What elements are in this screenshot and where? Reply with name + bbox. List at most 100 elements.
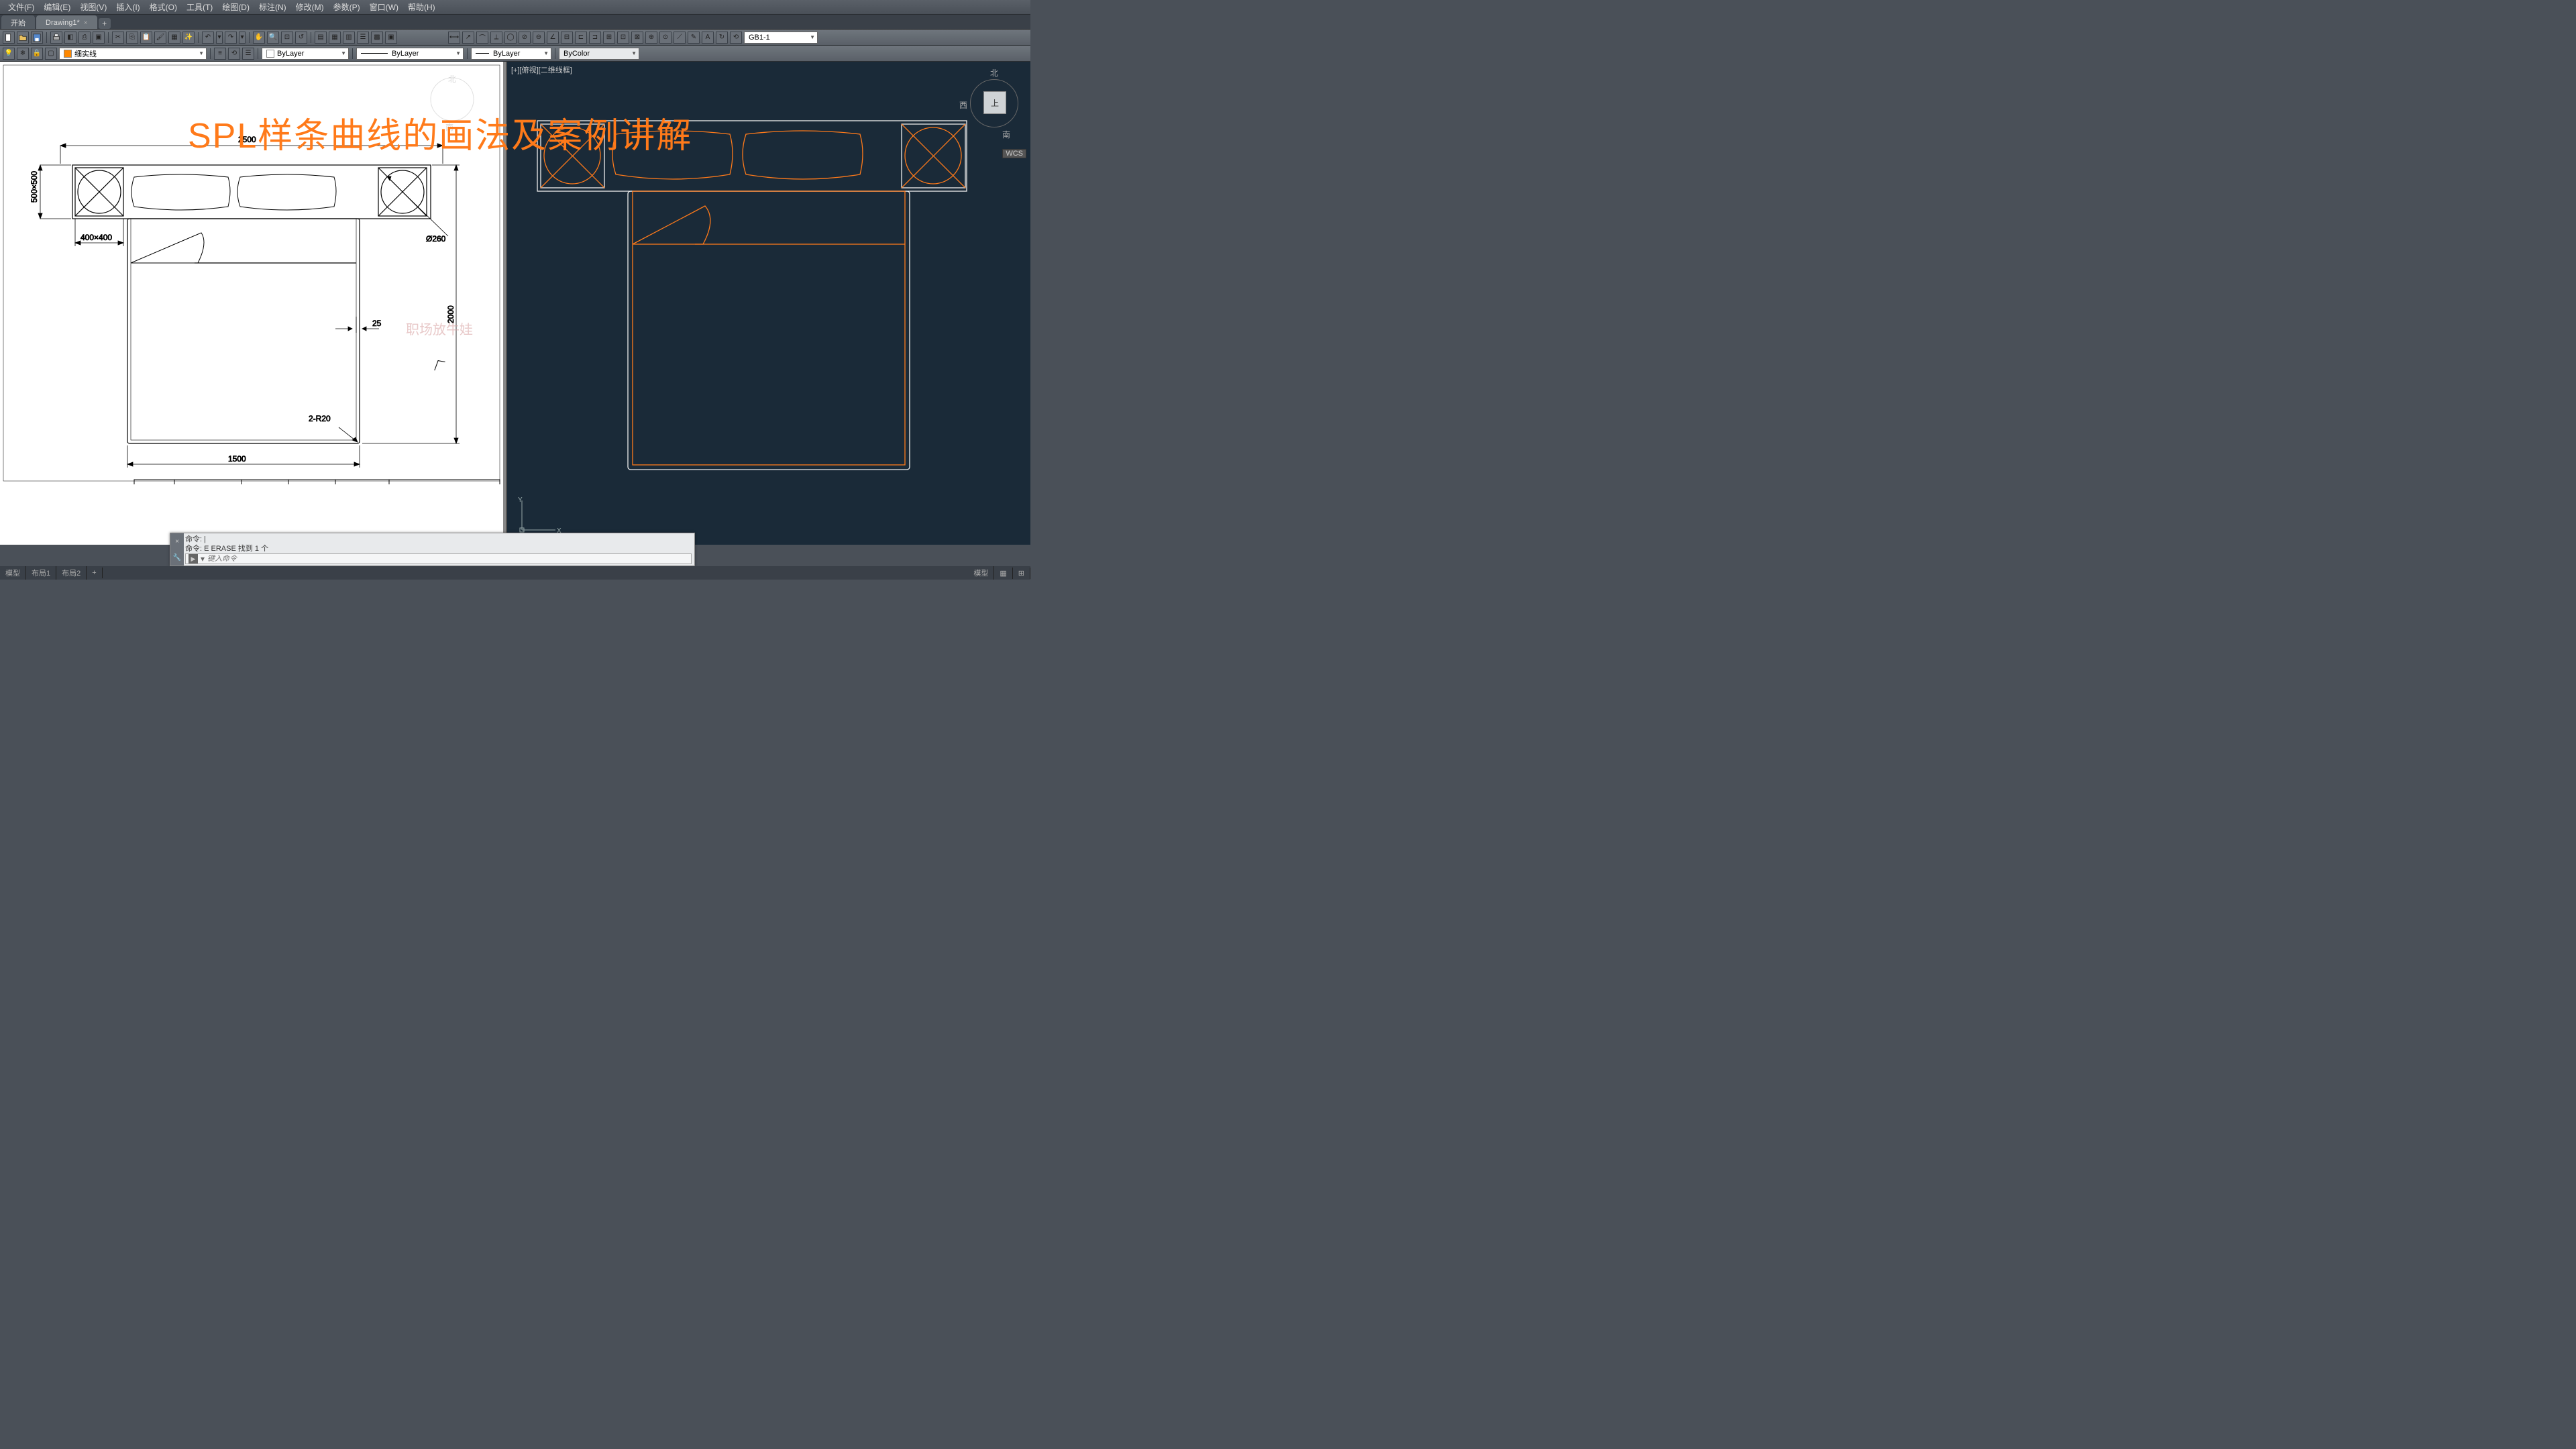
lineweight-combo[interactable]: ByLayer xyxy=(471,48,551,60)
status-tab-layout2[interactable]: 布局2 xyxy=(56,566,87,580)
dim-continue-icon[interactable]: ⊐ xyxy=(589,32,601,44)
viewcube-top[interactable]: 上 xyxy=(983,91,1006,114)
status-snap-icon[interactable]: ⊞ xyxy=(1013,568,1030,579)
status-tab-layout1[interactable]: 布局1 xyxy=(26,566,56,580)
dimstyle-combo[interactable]: GB1-1 xyxy=(744,32,818,44)
dim-500x500: 500×500 xyxy=(30,171,39,203)
dim-400x400: 400×400 xyxy=(80,233,112,242)
command-history: 命令: | 命令: E ERASE 找到 1 个 xyxy=(185,535,692,553)
menu-view[interactable]: 视图(V) xyxy=(76,1,111,13)
dim-jogged-icon[interactable]: ⊘ xyxy=(519,32,531,44)
save-icon[interactable] xyxy=(31,32,43,44)
dim-arc-icon[interactable]: ⌒ xyxy=(476,32,488,44)
dim-diameter-icon[interactable]: ⊖ xyxy=(533,32,545,44)
clean-icon[interactable]: ✨ xyxy=(182,32,195,44)
redo-icon[interactable]: ↷ xyxy=(225,32,237,44)
undo-icon[interactable]: ↶ xyxy=(202,32,214,44)
menu-draw[interactable]: 绘图(D) xyxy=(218,1,254,13)
menu-format[interactable]: 格式(O) xyxy=(146,1,181,13)
viewcube[interactable]: 上 北 西 南 xyxy=(963,67,1025,148)
status-model-toggle[interactable]: 模型 xyxy=(968,566,994,580)
tolerance-icon[interactable]: ⊠ xyxy=(631,32,643,44)
model-viewport[interactable]: [+][俯视][二维线框] 上 xyxy=(506,62,1030,545)
wcs-badge[interactable]: WCS xyxy=(1002,149,1026,158)
dim-space-icon[interactable]: ⊞ xyxy=(603,32,615,44)
menu-edit[interactable]: 编辑(E) xyxy=(40,1,74,13)
publish-icon[interactable]: ⎙ xyxy=(78,32,91,44)
menu-help[interactable]: 帮助(H) xyxy=(404,1,439,13)
match-icon[interactable]: 🖌 xyxy=(154,32,166,44)
add-layout-icon[interactable]: + xyxy=(87,568,102,578)
print-icon[interactable] xyxy=(50,32,62,44)
dim-angular-icon[interactable]: ∠ xyxy=(547,32,559,44)
dim-tedit-icon[interactable]: A xyxy=(702,32,714,44)
sheetset-icon[interactable]: ☰ xyxy=(357,32,369,44)
undo-dropdown-icon[interactable]: ▾ xyxy=(216,32,223,44)
menu-tools[interactable]: 工具(T) xyxy=(182,1,217,13)
toolpalettes-icon[interactable]: ▥ xyxy=(343,32,355,44)
model-drawing xyxy=(507,62,1030,491)
inspect-icon[interactable]: ⊙ xyxy=(659,32,672,44)
color-bylayer-combo[interactable]: ByLayer xyxy=(262,48,349,60)
command-input[interactable] xyxy=(207,555,691,563)
new-tab-button[interactable]: + xyxy=(99,18,111,29)
markup-icon[interactable]: ▩ xyxy=(371,32,383,44)
layer-previous-icon[interactable]: ⟲ xyxy=(228,48,240,60)
status-tab-model[interactable]: 模型 xyxy=(0,566,26,580)
dim-break-icon[interactable]: ⊡ xyxy=(617,32,629,44)
menu-insert[interactable]: 插入(I) xyxy=(112,1,144,13)
make-current-icon[interactable]: ≡ xyxy=(214,48,226,60)
tab-start[interactable]: 开始 xyxy=(1,15,35,29)
dim-2000: 2000 xyxy=(446,305,455,323)
paste-icon[interactable]: 📋 xyxy=(140,32,152,44)
designcenter-icon[interactable]: ▦ xyxy=(329,32,341,44)
open-icon[interactable] xyxy=(17,32,29,44)
dim-edit-icon[interactable]: ✎ xyxy=(688,32,700,44)
paper-viewport[interactable]: 2500 500×500 400×400 Ø260 1500 200 xyxy=(0,62,503,545)
layer-lock-icon[interactable]: 🔒 xyxy=(31,48,43,60)
dim-aligned-icon[interactable]: ↗ xyxy=(462,32,474,44)
status-grid-icon[interactable]: ▦ xyxy=(994,568,1012,579)
copy-icon[interactable]: ⎘ xyxy=(126,32,138,44)
dim-reassoc-icon[interactable]: ⟲ xyxy=(730,32,742,44)
new-icon[interactable] xyxy=(3,32,15,44)
layer-freeze-icon[interactable]: ❄ xyxy=(17,48,29,60)
zoom-window-icon[interactable]: ⊡ xyxy=(281,32,293,44)
dim-radius-icon[interactable]: ◯ xyxy=(504,32,517,44)
command-line-panel[interactable]: × 🔧 命令: | 命令: E ERASE 找到 1 个 ▶ ▾ xyxy=(170,533,695,566)
plotstyle-combo[interactable]: ByColor xyxy=(559,48,639,60)
cut-icon[interactable]: ✂ xyxy=(112,32,124,44)
properties-icon[interactable]: ▤ xyxy=(315,32,327,44)
redo-dropdown-icon[interactable]: ▾ xyxy=(239,32,246,44)
menu-dimension[interactable]: 标注(N) xyxy=(255,1,290,13)
layer-combo[interactable]: 细实线 xyxy=(59,48,207,60)
layer-plot-icon[interactable]: ▢ xyxy=(45,48,57,60)
3dprint-icon[interactable]: ▣ xyxy=(93,32,105,44)
block-icon[interactable]: ▦ xyxy=(168,32,180,44)
cmd-wrench-icon[interactable]: 🔧 xyxy=(173,554,181,561)
dim-baseline-icon[interactable]: ⊏ xyxy=(575,32,587,44)
menu-parametric[interactable]: 参数(P) xyxy=(329,1,364,13)
pan-icon[interactable]: ✋ xyxy=(253,32,265,44)
plot-preview-icon[interactable]: ◧ xyxy=(64,32,76,44)
dim-update-icon[interactable]: ↻ xyxy=(716,32,728,44)
zoom-previous-icon[interactable]: ↺ xyxy=(295,32,307,44)
layer-states-icon[interactable]: ☰ xyxy=(242,48,254,60)
zoom-realtime-icon[interactable]: 🔍 xyxy=(267,32,279,44)
quickcalc-icon[interactable]: ▣ xyxy=(385,32,397,44)
menu-window[interactable]: 窗口(W) xyxy=(366,1,402,13)
menu-file[interactable]: 文件(F) xyxy=(4,1,38,13)
layer-state-icon[interactable]: 💡 xyxy=(3,48,15,60)
close-icon[interactable]: × xyxy=(84,19,88,27)
menu-modify[interactable]: 修改(M) xyxy=(292,1,328,13)
dim-ordinate-icon[interactable]: ⟂ xyxy=(490,32,502,44)
command-input-row[interactable]: ▶ ▾ xyxy=(185,553,692,564)
centermark-icon[interactable]: ⊕ xyxy=(645,32,657,44)
dim-jog-icon[interactable]: ⟋ xyxy=(674,32,686,44)
tab-drawing1[interactable]: Drawing1*× xyxy=(36,15,97,29)
dim-quick-icon[interactable]: ⊟ xyxy=(561,32,573,44)
command-prompt-icon[interactable]: ▶ xyxy=(189,554,198,564)
cmd-close-icon[interactable]: × xyxy=(175,538,179,545)
dim-linear-icon[interactable]: ⟷ xyxy=(448,32,460,44)
linetype-combo[interactable]: ByLayer xyxy=(356,48,464,60)
